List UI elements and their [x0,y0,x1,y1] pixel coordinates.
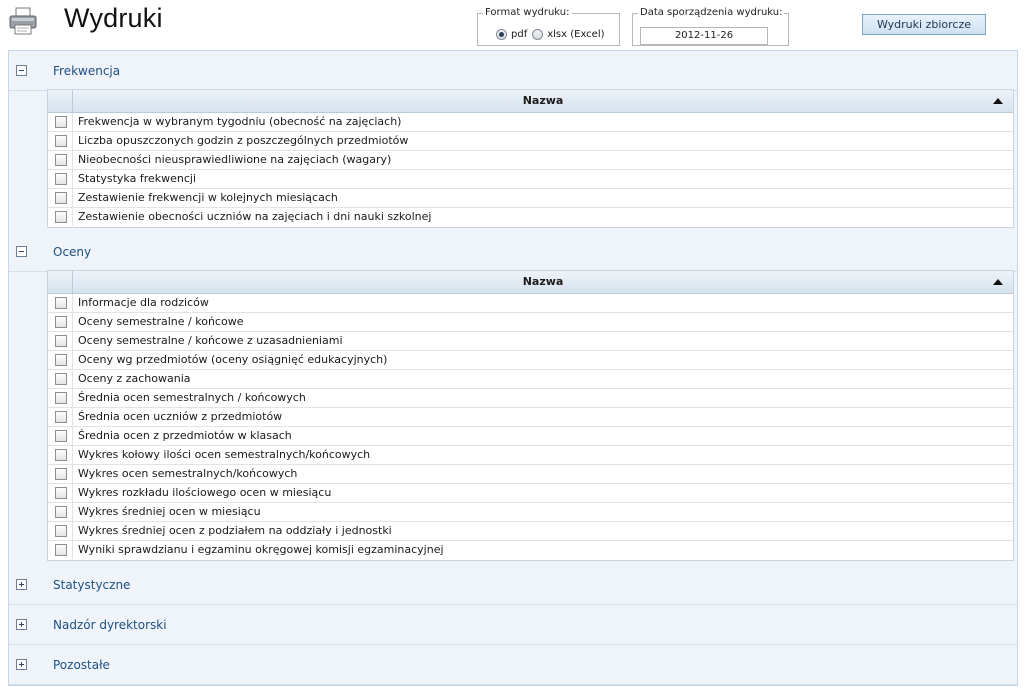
table-row: Średnia ocen semestralnych / końcowych [48,389,1013,408]
expand-icon[interactable] [16,619,27,630]
row-label[interactable]: Oceny semestralne / końcowe [78,313,243,331]
print-date-input[interactable]: 2012-11-26 [640,27,768,45]
printer-icon [9,7,37,35]
grid-frekwencja: Nazwa Frekwencja w wybranym tygodniu (ob… [47,89,1014,228]
row-checkbox[interactable] [55,316,67,328]
row-label[interactable]: Wykres średniej ocen z podziałem na oddz… [78,522,392,540]
section-header-nadzor-dyrektorski[interactable]: Nadzór dyrektorski [9,605,1017,645]
print-date-group: Data sporządzenia wydruku: 2012-11-26 [632,8,789,46]
row-checkbox[interactable] [55,211,67,223]
section-header-frekwencja[interactable]: Frekwencja [9,51,1017,91]
table-row: Wykres rozkładu ilościowego ocen w miesi… [48,484,1013,503]
table-row: Średnia ocen uczniów z przedmiotów [48,408,1013,427]
row-label[interactable]: Wykres średniej ocen w miesiącu [78,503,261,521]
table-row: Zestawienie obecności uczniów na zajęcia… [48,208,1013,227]
row-checkbox[interactable] [55,192,67,204]
row-checkbox[interactable] [55,335,67,347]
row-checkbox[interactable] [55,411,67,423]
page-title: Wydruki [64,3,163,33]
row-checkbox[interactable] [55,373,67,385]
row-checkbox[interactable] [55,173,67,185]
table-row: Średnia ocen z przedmiotów w klasach [48,427,1013,446]
radio-pdf[interactable] [496,29,507,40]
row-label[interactable]: Średnia ocen z przedmiotów w klasach [78,427,292,445]
row-checkbox[interactable] [55,506,67,518]
section-title[interactable]: Statystyczne [53,578,130,592]
row-label[interactable]: Oceny wg przedmiotów (oceny osiągnięć ed… [78,351,387,369]
print-format-legend: Format wydruku: [485,7,570,18]
table-row: Informacje dla rodziców [48,294,1013,313]
collapse-icon[interactable] [16,246,27,257]
row-label[interactable]: Średnia ocen semestralnych / końcowych [78,389,306,407]
expand-icon[interactable] [16,659,27,670]
section-title[interactable]: Frekwencja [53,64,120,78]
select-all-column [48,271,73,293]
table-row: Wykres kołowy ilości ocen semestralnych/… [48,446,1013,465]
table-row: Oceny wg przedmiotów (oceny osiągnięć ed… [48,351,1013,370]
sort-ascending-icon[interactable] [993,279,1003,285]
row-checkbox[interactable] [55,354,67,366]
row-label[interactable]: Zestawienie frekwencji w kolejnych miesi… [78,189,338,207]
table-row: Zestawienie frekwencji w kolejnych miesi… [48,189,1013,208]
table-row: Oceny semestralne / końcowe z uzasadnien… [48,332,1013,351]
table-row: Liczba opuszczonych godzin z poszczególn… [48,132,1013,151]
radio-xlsx-label[interactable]: xlsx (Excel) [547,29,604,40]
row-label[interactable]: Wykres rozkładu ilościowego ocen w miesi… [78,484,331,502]
row-label[interactable]: Wyniki sprawdzianu i egzaminu okręgowej … [78,541,444,559]
print-date-legend: Data sporządzenia wydruku: [640,7,783,18]
print-format-group: Format wydruku: pdf xlsx (Excel) [477,8,620,46]
row-checkbox[interactable] [55,154,67,166]
table-row: Nieobecności nieusprawiedliwione na zaję… [48,151,1013,170]
table-row: Oceny z zachowania [48,370,1013,389]
row-label[interactable]: Wykres ocen semestralnych/końcowych [78,465,297,483]
table-row: Wykres średniej ocen w miesiącu [48,503,1013,522]
section-header-oceny[interactable]: Oceny [9,232,1017,272]
section-title[interactable]: Oceny [53,245,91,259]
radio-xlsx[interactable] [532,29,544,40]
row-checkbox[interactable] [55,525,67,537]
grid-header: Nazwa [48,271,1013,294]
reports-accordion: Frekwencja Nazwa Frekwencja w wybranym t… [8,50,1018,686]
row-label[interactable]: Frekwencja w wybranym tygodniu (obecność… [78,113,401,131]
row-label[interactable]: Oceny semestralne / końcowe z uzasadnien… [78,332,343,350]
row-label[interactable]: Zestawienie obecności uczniów na zajęcia… [78,208,431,226]
table-row: Statystyka frekwencji [48,170,1013,189]
section-title[interactable]: Nadzór dyrektorski [53,618,167,632]
table-row: Wykres średniej ocen z podziałem na oddz… [48,522,1013,541]
row-checkbox[interactable] [55,116,67,128]
row-label[interactable]: Statystyka frekwencji [78,170,196,188]
row-checkbox[interactable] [55,468,67,480]
select-all-column [48,90,73,112]
row-checkbox[interactable] [55,544,67,556]
column-header-nazwa[interactable]: Nazwa [73,271,1013,293]
row-checkbox[interactable] [55,392,67,404]
radio-pdf-label[interactable]: pdf [511,29,527,40]
table-row: Wykres ocen semestralnych/końcowych [48,465,1013,484]
table-row: Frekwencja w wybranym tygodniu (obecność… [48,113,1013,132]
grid-header: Nazwa [48,90,1013,113]
row-checkbox[interactable] [55,297,67,309]
row-label[interactable]: Informacje dla rodziców [78,294,209,312]
row-checkbox[interactable] [55,430,67,442]
section-title[interactable]: Pozostałe [53,658,110,672]
grid-oceny: Nazwa Informacje dla rodziców Oceny seme… [47,270,1014,561]
row-checkbox[interactable] [55,449,67,461]
table-row: Wyniki sprawdzianu i egzaminu okręgowej … [48,541,1013,560]
expand-icon[interactable] [16,579,27,590]
row-label[interactable]: Oceny z zachowania [78,370,191,388]
bulk-prints-button[interactable]: Wydruki zbiorcze [862,14,986,35]
row-label[interactable]: Wykres kołowy ilości ocen semestralnych/… [78,446,370,464]
collapse-icon[interactable] [16,65,27,76]
section-header-statystyczne[interactable]: Statystyczne [9,565,1017,605]
column-header-nazwa[interactable]: Nazwa [73,90,1013,112]
table-row: Oceny semestralne / końcowe [48,313,1013,332]
sort-ascending-icon[interactable] [993,98,1003,104]
row-label[interactable]: Nieobecności nieusprawiedliwione na zaję… [78,151,391,169]
row-checkbox[interactable] [55,135,67,147]
section-header-pozostale[interactable]: Pozostałe [9,645,1017,685]
row-checkbox[interactable] [55,487,67,499]
row-label[interactable]: Średnia ocen uczniów z przedmiotów [78,408,282,426]
page-header: Wydruki Format wydruku: pdf xlsx (Excel)… [0,0,1024,50]
row-label[interactable]: Liczba opuszczonych godzin z poszczególn… [78,132,408,150]
